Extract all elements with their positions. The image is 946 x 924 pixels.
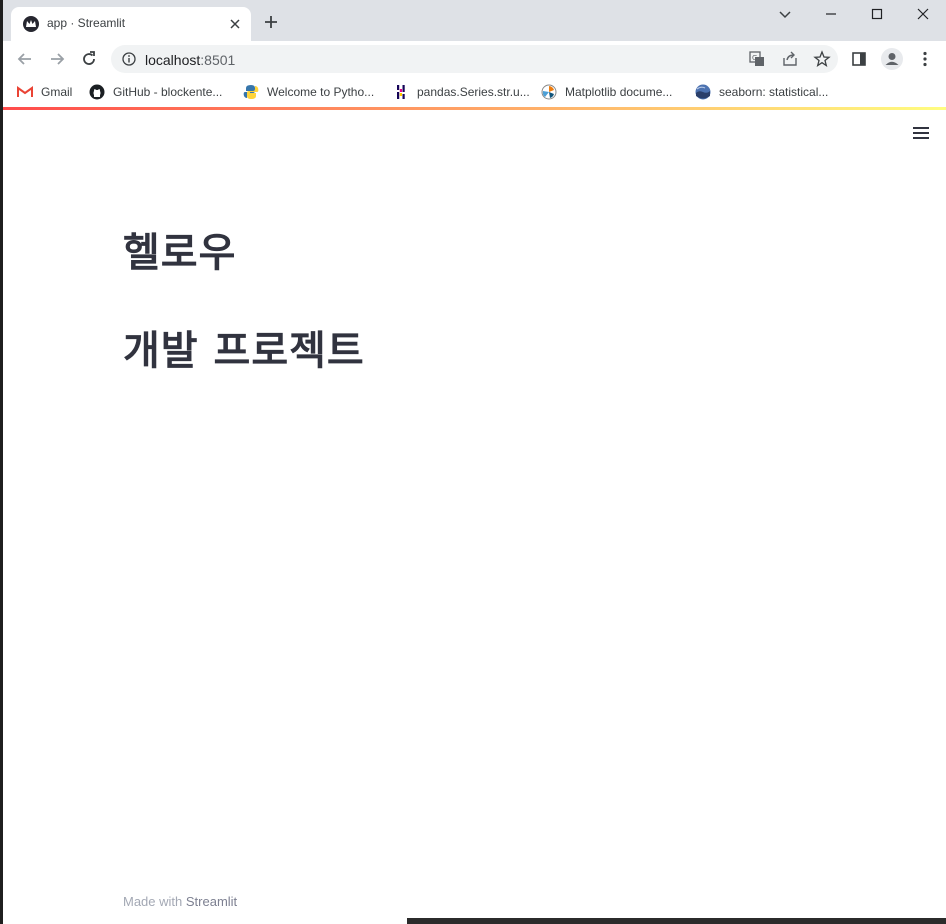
window-close-icon[interactable] <box>915 6 931 22</box>
bookmark-label: seaborn: statistical... <box>719 85 829 99</box>
bookmark-label: Matplotlib docume... <box>565 85 673 99</box>
tab-search-chevron-icon[interactable] <box>777 6 793 22</box>
translate-icon[interactable]: G <box>748 50 766 68</box>
svg-text:G: G <box>752 54 757 62</box>
header-decoration-bar <box>3 107 946 110</box>
python-icon <box>243 84 259 100</box>
address-bar[interactable]: localhost:8501 G <box>111 45 838 73</box>
bookmark-label: GitHub - blockente... <box>113 85 223 99</box>
bookmark-pandas[interactable]: pandas.Series.str.u... <box>393 83 530 101</box>
tab-strip: app · Streamlit <box>3 0 946 41</box>
streamlit-crown-icon <box>23 16 39 32</box>
tab-app[interactable]: app · Streamlit <box>11 7 251 41</box>
new-tab-icon[interactable] <box>263 14 279 30</box>
share-icon[interactable] <box>781 50 799 68</box>
pandas-icon <box>393 84 409 100</box>
matplotlib-icon <box>541 84 557 100</box>
bookmark-github[interactable]: GitHub - blockente... <box>89 83 222 101</box>
profile-icon <box>885 53 899 65</box>
hamburger-menu-icon[interactable] <box>913 127 929 141</box>
streamlit-app: 헬로우 개발 프로젝트 Made with Streamlit <box>3 107 946 924</box>
more-menu-icon[interactable] <box>915 49 935 69</box>
github-icon <box>89 84 105 100</box>
bookmark-matplotlib[interactable]: Matplotlib docume... <box>541 83 672 101</box>
url-text[interactable]: localhost:8501 <box>145 52 235 68</box>
forward-icon[interactable] <box>47 49 67 69</box>
site-info-icon[interactable] <box>121 51 137 67</box>
tab-title: app · Streamlit <box>47 16 126 30</box>
gmail-icon <box>17 84 33 100</box>
bookmark-seaborn[interactable]: seaborn: statistical... <box>695 83 828 101</box>
bookmark-gmail[interactable]: Gmail <box>17 83 72 101</box>
footer-streamlit-link[interactable]: Streamlit <box>186 894 237 909</box>
close-icon[interactable] <box>227 16 243 32</box>
bookmark-star-icon[interactable] <box>813 50 831 68</box>
reload-icon[interactable] <box>79 49 99 69</box>
back-icon[interactable] <box>15 49 35 69</box>
bookmark-label: pandas.Series.str.u... <box>417 85 530 99</box>
heading-hello: 헬로우 <box>123 230 237 276</box>
bookmark-label: Welcome to Pytho... <box>267 85 375 99</box>
browser-toolbar: localhost:8501 G <box>3 41 946 77</box>
browser-window: app · Streamlit localhost:8501 G Gmail G… <box>3 0 946 924</box>
footer: Made with Streamlit <box>123 894 237 909</box>
taskbar-edge <box>407 918 946 924</box>
side-panel-icon[interactable] <box>849 49 869 69</box>
footer-text: Made with <box>123 894 186 909</box>
bookmarks-bar: Gmail GitHub - blockente... Welcome to P… <box>3 77 946 107</box>
bookmark-python[interactable]: Welcome to Pytho... <box>243 83 374 101</box>
maximize-icon[interactable] <box>869 6 885 22</box>
minimize-icon[interactable] <box>823 6 839 22</box>
bookmark-label: Gmail <box>41 85 73 99</box>
heading-project: 개발 프로젝트 <box>123 328 365 374</box>
seaborn-icon <box>695 84 711 100</box>
profile-avatar[interactable] <box>881 48 903 70</box>
